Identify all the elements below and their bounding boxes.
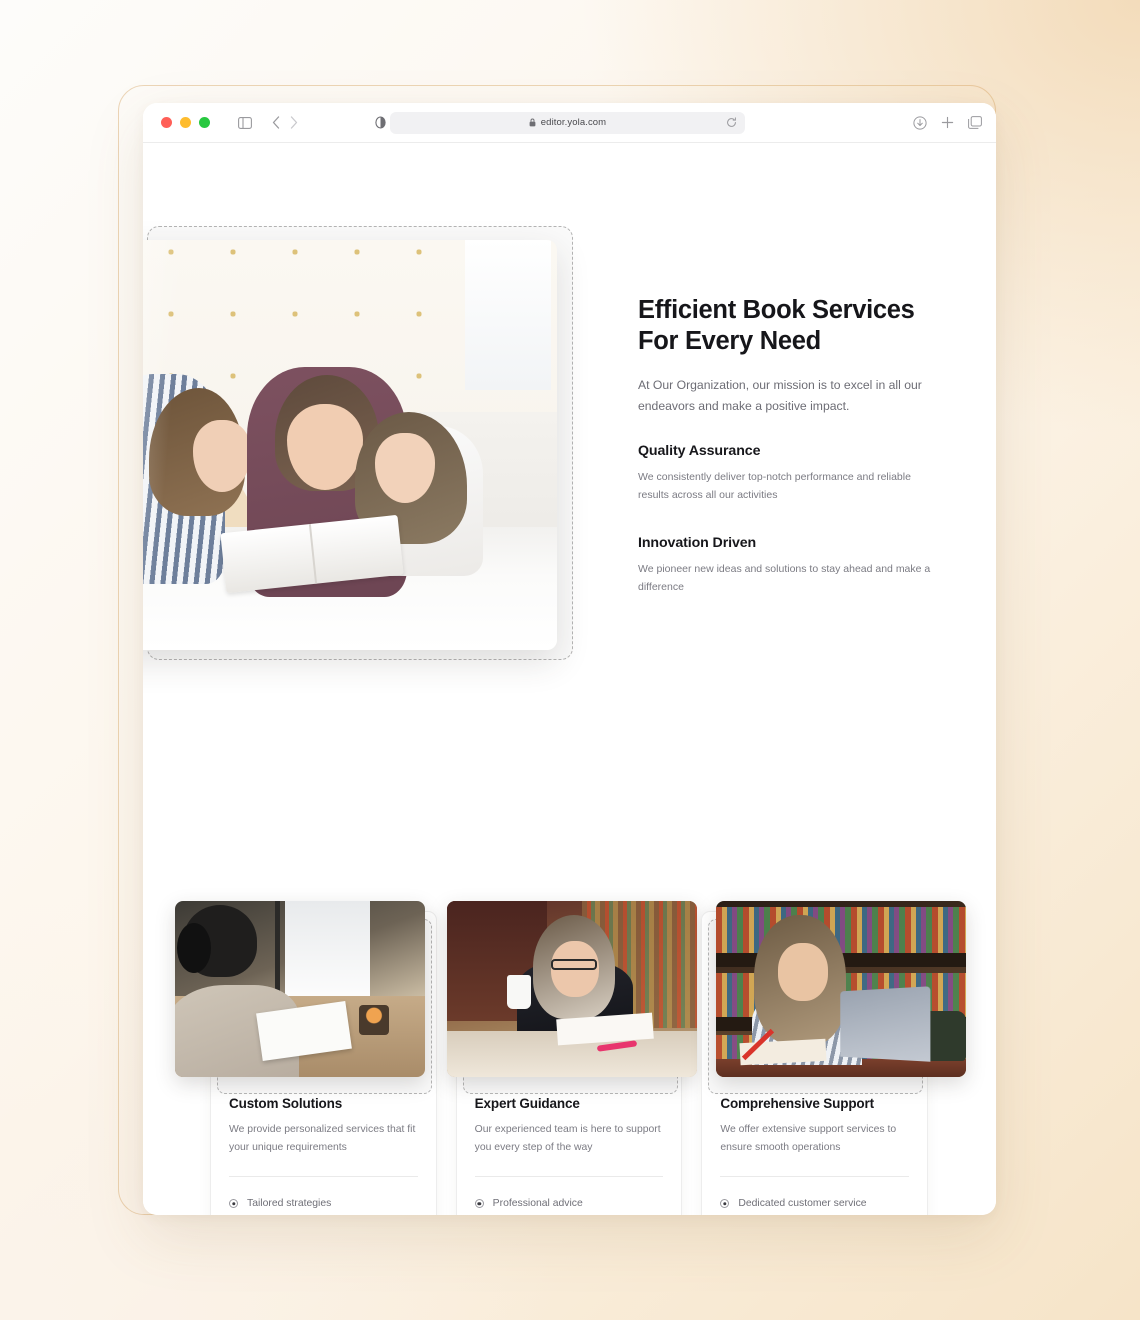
card-body: Custom Solutions We provide personalized… — [211, 1096, 436, 1215]
divider — [229, 1176, 418, 1177]
card-body: Comprehensive Support We offer extensive… — [702, 1096, 927, 1215]
card-image[interactable] — [175, 901, 425, 1077]
hero-feature-description: We consistently deliver top-notch perfor… — [638, 471, 911, 501]
service-card: Comprehensive Support We offer extensive… — [701, 901, 967, 1215]
address-bar[interactable]: editor.yola.com — [390, 111, 745, 134]
card-feature-list: Professional advice Comprehensive suppor… — [474, 1192, 664, 1215]
sidebar-toggle-icon[interactable] — [238, 116, 252, 129]
new-tab-icon[interactable] — [941, 116, 954, 129]
lock-icon — [529, 114, 536, 132]
list-item-label: Professional advice — [492, 1198, 583, 1209]
page-title: Efficient Book Services For Every Need — [638, 296, 915, 355]
close-window-button[interactable] — [161, 117, 172, 128]
card-description: We provide personalized services that fi… — [229, 1124, 416, 1153]
list-item: Dedicated customer service — [720, 1192, 909, 1215]
browser-window: editor.yola.com Efficient Book Services … — [143, 103, 996, 1215]
bullet-dot-icon — [474, 1199, 484, 1208]
reload-icon[interactable] — [726, 117, 737, 128]
bullet-dot-icon — [229, 1199, 238, 1208]
card-feature-list: Tailored strategies Adaptable to various… — [229, 1192, 418, 1215]
list-item: Professional advice — [474, 1192, 664, 1215]
card-feature-list: Dedicated customer service Continuous im… — [720, 1192, 909, 1215]
card-image[interactable] — [446, 901, 697, 1077]
divider — [474, 1176, 664, 1177]
list-item-label: Dedicated customer service — [738, 1198, 867, 1209]
hero-image[interactable] — [143, 240, 557, 650]
card-body: Expert Guidance Our experienced team is … — [457, 1096, 682, 1215]
service-card: Expert Guidance Our experienced team is … — [446, 901, 697, 1215]
card-description: We offer extensive support services to e… — [720, 1124, 897, 1153]
hero-feature-title: Innovation Driven — [638, 535, 757, 551]
hero-feature-quality-assurance: Quality Assurance We consistently delive… — [638, 443, 938, 504]
minimize-window-button[interactable] — [180, 117, 191, 128]
card-title: Comprehensive Support — [720, 1096, 874, 1111]
maximize-window-button[interactable] — [199, 117, 210, 128]
list-item: Tailored strategies — [229, 1192, 418, 1215]
website-canvas: Efficient Book Services For Every Need A… — [143, 143, 996, 1215]
hero-feature-innovation-driven: Innovation Driven We pioneer new ideas a… — [638, 535, 938, 596]
service-cards-row: Custom Solutions We provide personalized… — [175, 901, 967, 1215]
back-arrow-icon[interactable] — [272, 116, 280, 129]
hero-feature-title: Quality Assurance — [638, 443, 761, 459]
bullet-dot-icon — [720, 1199, 730, 1208]
card-title: Custom Solutions — [229, 1096, 343, 1111]
divider — [720, 1176, 910, 1177]
browser-toolbar: editor.yola.com — [143, 103, 996, 143]
downloads-icon[interactable] — [913, 115, 927, 130]
service-card: Custom Solutions We provide personalized… — [175, 901, 437, 1215]
card-image[interactable] — [716, 901, 967, 1077]
hero-text-column: Efficient Book Services For Every Need A… — [638, 295, 938, 596]
toolbar-right-actions — [913, 115, 982, 130]
window-traffic-lights — [161, 117, 210, 128]
card-description: Our experienced team is here to support … — [474, 1124, 661, 1153]
hero-subtitle: At Our Organization, our mission is to e… — [638, 378, 922, 413]
tab-overview-icon[interactable] — [968, 116, 982, 129]
reader-view-icon[interactable] — [375, 116, 386, 129]
address-bar-url: editor.yola.com — [540, 117, 607, 128]
list-item-label: Tailored strategies — [247, 1198, 332, 1209]
card-title: Expert Guidance — [474, 1096, 580, 1111]
forward-arrow-icon[interactable] — [290, 116, 298, 129]
hero-feature-description: We pioneer new ideas and solutions to st… — [638, 563, 931, 593]
hero-photo-illustration — [143, 240, 557, 650]
